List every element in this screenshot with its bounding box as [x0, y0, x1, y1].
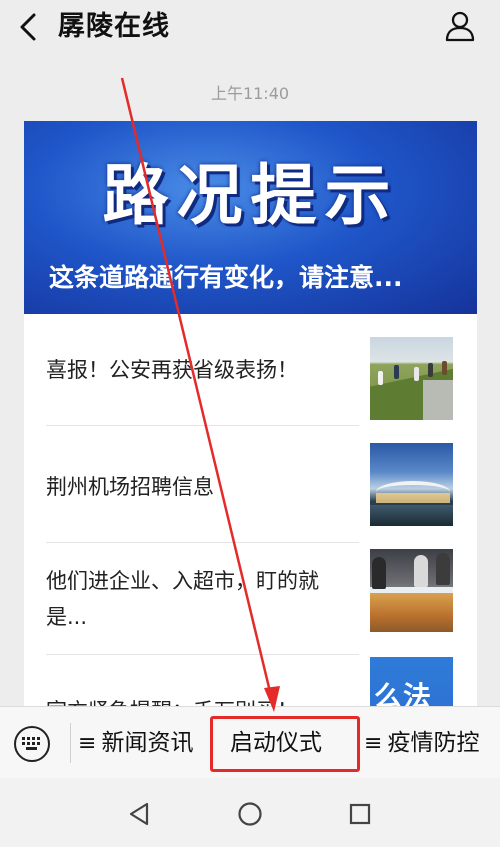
system-nav-bar: [0, 778, 500, 847]
article-item[interactable]: 他们进企业、入超市，盯的就是...: [46, 543, 359, 655]
message-timestamp: 上午11:40: [210, 84, 290, 103]
nav-home-button[interactable]: [234, 798, 266, 830]
article-item[interactable]: 荆州机场招聘信息: [46, 431, 359, 543]
banner-title: 路况提示: [102, 157, 399, 234]
article-thumbnail[interactable]: [370, 549, 453, 632]
keyboard-icon: [22, 737, 41, 750]
menu-bars-icon: ≡: [78, 731, 97, 756]
menu-item-epidemic[interactable]: ≡ 疫情防控: [364, 727, 479, 760]
banner-subtitle: 这条道路通行有变化，请注意...: [49, 263, 403, 292]
nav-recents-button[interactable]: [344, 798, 376, 830]
keyboard-toggle-button[interactable]: [14, 726, 50, 762]
triangle-back-icon: [129, 802, 149, 826]
article-thumbnail[interactable]: [370, 443, 453, 526]
menu-item-label: 新闻资讯: [101, 730, 194, 756]
menu-divider: [70, 723, 71, 763]
chat-title: 孱陵在线: [58, 11, 170, 42]
banner-article[interactable]: 路况提示 这条道路通行有变化，请注意...: [24, 121, 477, 314]
back-button[interactable]: [12, 9, 46, 45]
chevron-left-icon: [20, 13, 36, 41]
article-title: 喜报！公安再获省级表扬！: [46, 357, 298, 382]
square-recents-icon: [349, 803, 371, 825]
article-title: 荆州机场招聘信息: [46, 474, 214, 499]
nav-back-button[interactable]: [124, 798, 156, 830]
menu-bars-icon: ≡: [364, 731, 383, 756]
top-bar: 孱陵在线: [0, 0, 500, 58]
article-card: 路况提示 这条道路通行有变化，请注意... 喜报！公安再获省级表扬！ 荆州机场招…: [24, 121, 477, 721]
menu-item-news[interactable]: ≡ 新闻资讯: [78, 727, 193, 760]
article-thumbnail[interactable]: [370, 337, 453, 420]
person-icon: [445, 11, 475, 42]
annotation-highlight-box: [210, 716, 360, 772]
menu-item-label: 疫情防控: [387, 730, 480, 756]
article-title: 他们进企业、入超市，盯的就是...: [46, 568, 319, 629]
article-item[interactable]: 喜报！公安再获省级表扬！: [46, 314, 359, 426]
circle-home-icon: [238, 802, 262, 826]
profile-button[interactable]: [444, 10, 476, 42]
